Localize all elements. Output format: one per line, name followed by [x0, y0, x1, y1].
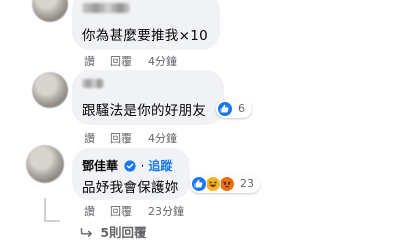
thread-line [44, 198, 46, 222]
reply-arrow-icon [80, 226, 93, 241]
comment-author-row: 鄧佳華 · 追蹤 [82, 157, 172, 175]
view-replies-link[interactable]: 5則回覆 [80, 222, 147, 241]
reaction-count: 6 [238, 102, 245, 115]
author-name[interactable]: 鄧佳華 [82, 159, 118, 173]
reply-link[interactable]: 回覆 [110, 53, 132, 69]
follow-link[interactable]: 追蹤 [148, 159, 172, 173]
angry-icon [219, 176, 235, 192]
like-icon [191, 176, 207, 192]
verified-badge-icon [124, 160, 136, 175]
like-link[interactable]: 讚 [84, 203, 95, 219]
like-link[interactable]: 讚 [84, 53, 95, 69]
like-link[interactable]: 讚 [84, 130, 95, 146]
separator-dot: · [140, 159, 145, 173]
avatar[interactable] [26, 145, 64, 183]
timestamp[interactable]: 4分鐘 [148, 53, 177, 69]
avatar[interactable] [32, 0, 68, 22]
haha-icon [205, 176, 221, 192]
comment-text: 跟騷法是你的好朋友 [82, 103, 207, 119]
timestamp[interactable]: 23分鐘 [148, 203, 184, 219]
comment-text: 品妤我會保護妳 [82, 180, 179, 196]
reaction-count: 23 [240, 177, 254, 190]
avatar[interactable] [32, 72, 68, 108]
reaction-summary[interactable]: 6 [216, 100, 252, 118]
reply-link[interactable]: 回覆 [110, 203, 132, 219]
timestamp[interactable]: 4分鐘 [148, 130, 177, 146]
author-name-blurred[interactable] [82, 79, 104, 88]
view-replies-label: 5則回覆 [100, 225, 147, 240]
thread-line-curve [44, 220, 60, 222]
like-icon [217, 101, 233, 117]
reaction-summary[interactable]: 23 [190, 175, 260, 193]
reply-link[interactable]: 回覆 [110, 130, 132, 146]
author-name-blurred[interactable] [82, 3, 130, 13]
comment-text: 你為甚麼要推我×10 [82, 28, 208, 44]
